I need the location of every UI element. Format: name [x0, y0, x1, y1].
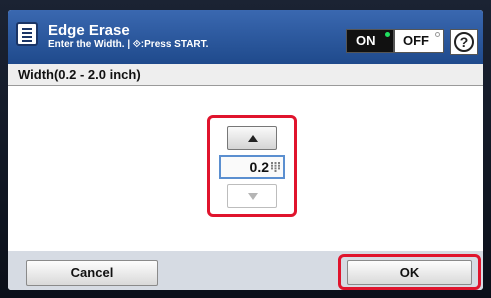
on-label: ON — [356, 33, 376, 48]
menu-icon[interactable] — [16, 22, 38, 46]
off-label: OFF — [403, 33, 429, 48]
help-icon: ? — [454, 32, 474, 52]
header-bar: Edge Erase Enter the Width. | ⟐:Press ST… — [8, 10, 483, 64]
down-arrow-icon — [248, 193, 258, 200]
ok-button[interactable]: OK — [347, 260, 472, 285]
value-stepper-highlight: 0.2 — [207, 115, 297, 217]
on-button[interactable]: ON — [346, 29, 394, 53]
bottom-bar: Cancel OK — [8, 251, 483, 290]
instruction-text: Enter the Width. | ⟐:Press START. — [48, 39, 209, 50]
content-area: 0.2 — [8, 86, 483, 251]
off-indicator-icon — [435, 32, 440, 37]
field-label: Width(0.2 - 2.0 inch) — [8, 64, 483, 86]
panel-screen: Edge Erase Enter the Width. | ⟐:Press ST… — [8, 10, 483, 290]
value-text: 0.2 — [249, 159, 269, 175]
help-button[interactable]: ? — [450, 29, 478, 55]
value-input[interactable]: 0.2 — [219, 155, 285, 179]
decrement-button[interactable] — [227, 184, 277, 208]
keypad-icon — [271, 162, 280, 172]
ok-button-highlight: OK — [338, 254, 481, 290]
off-button[interactable]: OFF — [394, 29, 444, 53]
cancel-button[interactable]: Cancel — [26, 260, 158, 286]
increment-button[interactable] — [227, 126, 277, 150]
device-bezel: Edge Erase Enter the Width. | ⟐:Press ST… — [0, 0, 491, 298]
page-title: Edge Erase — [48, 22, 130, 39]
on-indicator-icon — [385, 32, 390, 37]
up-arrow-icon — [248, 135, 258, 142]
